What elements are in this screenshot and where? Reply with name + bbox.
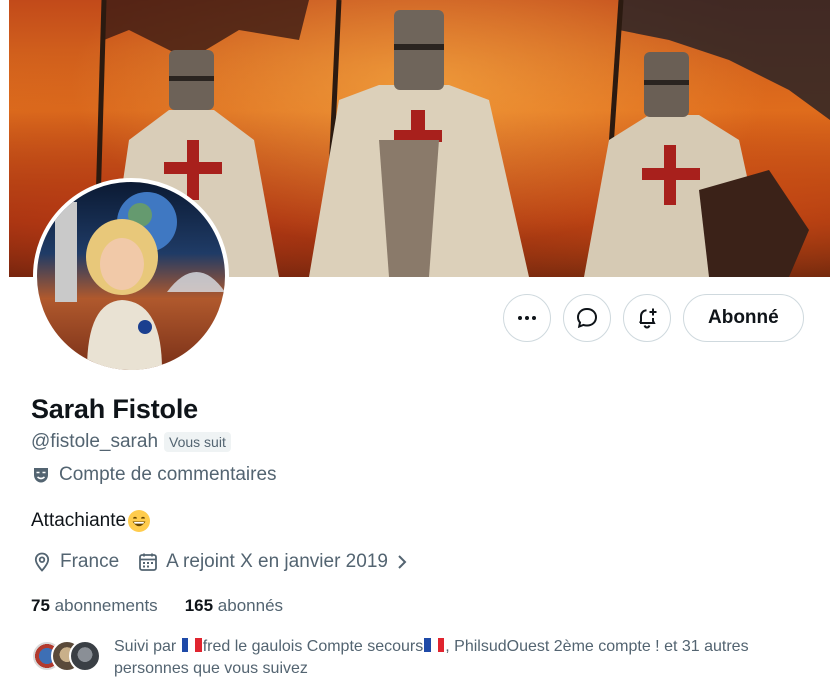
following-button[interactable]: Abonné bbox=[683, 294, 804, 342]
display-name: Sarah Fistole bbox=[31, 394, 198, 424]
location-label: France bbox=[60, 551, 120, 572]
followed-by-name-2: PhilsudOuest 2ème compte ! bbox=[454, 638, 660, 655]
profile-actions: Abonné bbox=[503, 294, 804, 342]
followed-by-text: Suivi par fred le gaulois Compte secours… bbox=[114, 636, 794, 680]
followers-link[interactable]: 165 abonnés bbox=[185, 596, 283, 616]
followed-by-name-1: fred le gaulois Compte secours bbox=[202, 638, 424, 655]
profile-stats: 75 abonnements 165 abonnés bbox=[31, 596, 283, 616]
france-flag-icon bbox=[181, 637, 202, 652]
followers-label: abonnés bbox=[217, 596, 284, 615]
message-bubble-icon bbox=[576, 307, 598, 329]
account-category-label: Compte de commentaires bbox=[59, 464, 277, 485]
france-flag-icon bbox=[424, 637, 445, 652]
more-horizontal-icon bbox=[518, 316, 536, 320]
following-link[interactable]: 75 abonnements bbox=[31, 596, 158, 616]
notifications-button[interactable] bbox=[623, 294, 671, 342]
message-button[interactable] bbox=[563, 294, 611, 342]
chevron-right-icon bbox=[398, 555, 407, 569]
followed-by-section[interactable]: Suivi par fred le gaulois Compte secours… bbox=[31, 636, 794, 680]
avatar-photo bbox=[55, 192, 225, 370]
followers-count: 165 bbox=[184, 596, 214, 615]
join-date-label: A rejoint X en janvier 2019 bbox=[166, 551, 388, 572]
profile-avatar[interactable] bbox=[33, 178, 229, 374]
account-category: Compte de commentaires bbox=[31, 464, 277, 486]
grinning-face-icon bbox=[128, 510, 151, 532]
follows-you-badge: Vous suit bbox=[164, 432, 231, 452]
following-label: abonnements bbox=[54, 596, 158, 615]
theater-mask-icon bbox=[34, 468, 48, 483]
mini-avatar bbox=[69, 640, 101, 672]
location-pin-icon bbox=[34, 552, 50, 572]
calendar-icon bbox=[139, 553, 158, 571]
join-date[interactable]: A rejoint X en janvier 2019 bbox=[137, 551, 409, 573]
profile-bio: Attachiante bbox=[31, 509, 151, 533]
bio-text: Attachiante bbox=[31, 510, 127, 531]
handle-row: @fistole_sarah Vous suit bbox=[31, 431, 231, 453]
location: France bbox=[31, 551, 119, 573]
profile-meta: France A rejoint X en janvier 2019 bbox=[31, 551, 427, 573]
followed-by-prefix: Suivi par bbox=[114, 638, 177, 655]
more-button[interactable] bbox=[503, 294, 551, 342]
following-count: 75 bbox=[31, 596, 50, 615]
bell-plus-icon bbox=[639, 308, 657, 329]
followers-you-know-avatars bbox=[31, 640, 101, 674]
followed-by-separator: , bbox=[445, 638, 450, 655]
user-handle: @fistole_sarah bbox=[31, 431, 159, 452]
